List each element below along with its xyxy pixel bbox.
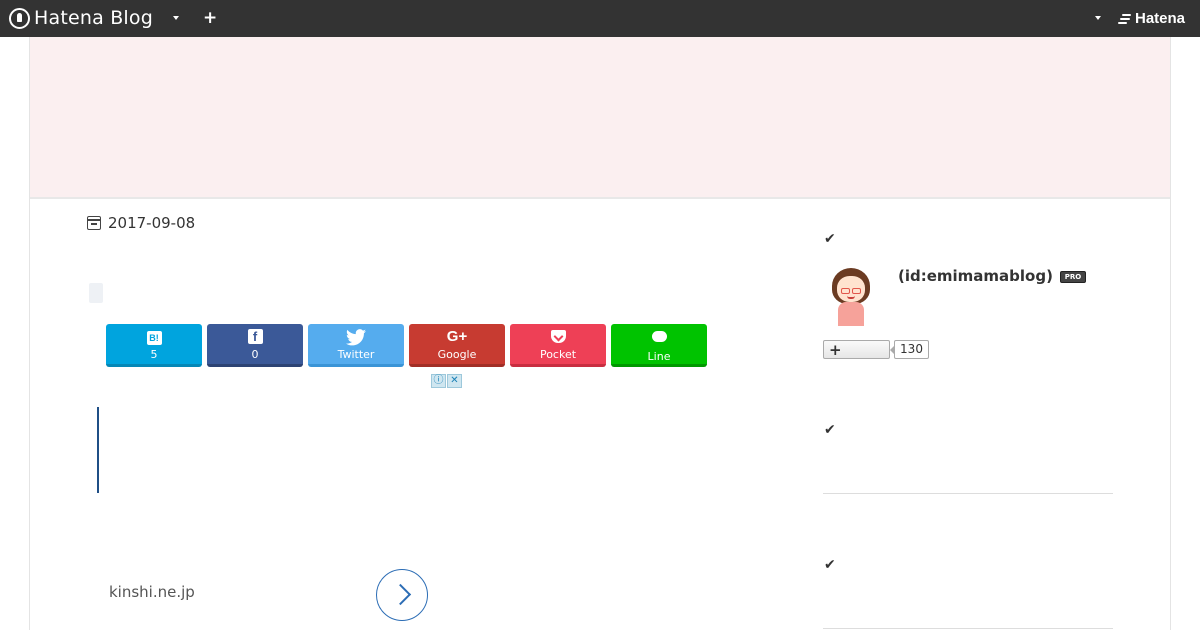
hatena-logo[interactable]: Hatena — [1118, 10, 1185, 27]
sidebar-divider — [823, 628, 1113, 629]
twitter-label: Twitter — [337, 348, 375, 361]
user-menu-chevron-down-icon[interactable] — [1095, 16, 1101, 20]
facebook-icon: f — [247, 329, 263, 344]
line-share-button[interactable]: Line — [611, 324, 707, 367]
sidebar-divider — [823, 493, 1113, 494]
google-plus-icon: G+ — [446, 328, 468, 345]
hatena-logo-icon — [1118, 13, 1132, 25]
follower-count[interactable]: 130 — [890, 340, 929, 359]
profile-id-link[interactable]: (id:emimamablog) — [898, 267, 1053, 285]
entry-date-text: 2017-09-08 — [108, 214, 196, 232]
section-check-icon: ✔ — [824, 422, 836, 438]
hatena-bookmark-icon: B! — [146, 331, 162, 345]
facebook-count: 0 — [251, 348, 259, 361]
pocket-icon — [550, 330, 566, 343]
blog-menu-chevron-down-icon[interactable] — [173, 16, 179, 20]
profile-section-check-icon: ✔ — [824, 231, 836, 247]
google-label: Google — [437, 348, 477, 361]
hatena-bookmark-count: 5 — [150, 348, 158, 361]
facebook-share-button[interactable]: f 0 — [207, 324, 303, 367]
hatena-blog-logo-icon — [9, 7, 30, 29]
pro-badge: PRO — [1060, 271, 1086, 283]
new-post-plus-icon[interactable]: + — [203, 9, 217, 27]
global-header: Hatena Blog + Hatena — [0, 0, 1200, 37]
hatena-bookmark-share-button[interactable]: B! 5 — [106, 324, 202, 367]
google-plus-share-button[interactable]: G+ Google — [409, 324, 505, 367]
ad-info-icon[interactable]: ⓘ — [431, 374, 446, 388]
blog-header-banner — [30, 37, 1170, 198]
line-icon — [651, 331, 667, 342]
banner-divider — [30, 197, 1170, 199]
calendar-icon — [87, 216, 101, 230]
ad-choices: ⓘ ✕ — [431, 374, 463, 388]
pocket-share-button[interactable]: Pocket — [510, 324, 606, 367]
ad-close-icon[interactable]: ✕ — [447, 374, 462, 388]
section-check-icon: ✔ — [824, 557, 836, 573]
twitter-share-button[interactable]: Twitter — [308, 324, 404, 367]
hatena-logo-text: Hatena — [1135, 10, 1186, 27]
hatena-blog-logo[interactable]: Hatena Blog — [9, 7, 153, 29]
ad-arrow-right-icon[interactable] — [376, 569, 428, 621]
plus-icon: + — [829, 341, 842, 359]
pocket-label: Pocket — [539, 348, 577, 361]
entry-title-placeholder — [89, 283, 103, 303]
profile-avatar[interactable] — [828, 266, 874, 326]
line-label: Line — [647, 350, 671, 363]
blockquote-border — [97, 407, 99, 493]
share-buttons: B! 5 f 0 Twitter G+ Google Pocket Line — [106, 324, 707, 367]
twitter-bird-icon — [308, 324, 404, 348]
hatena-blog-logo-text: Hatena Blog — [34, 7, 153, 29]
follow-button[interactable]: + — [823, 340, 890, 359]
entry-date[interactable]: 2017-09-08 — [87, 214, 195, 232]
ad-domain-link[interactable]: kinshi.ne.jp — [109, 583, 195, 601]
